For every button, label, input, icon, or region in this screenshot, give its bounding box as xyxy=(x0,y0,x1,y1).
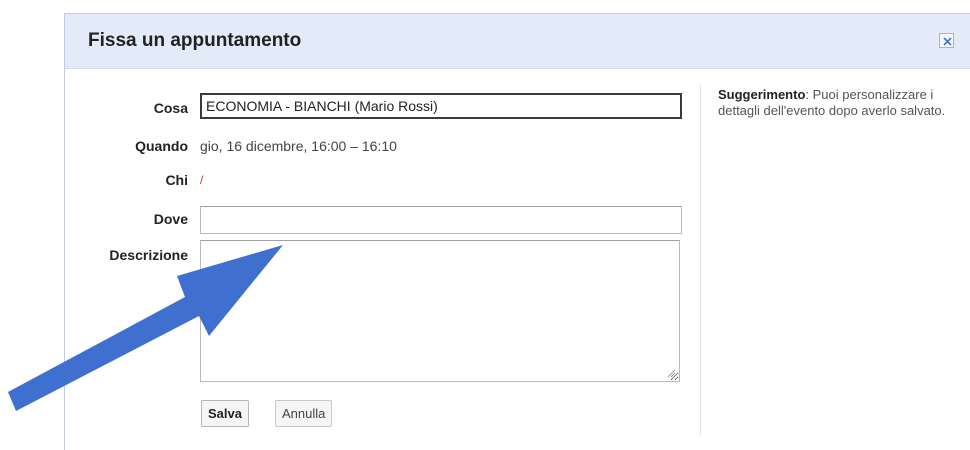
resize-grip-icon[interactable] xyxy=(666,368,676,378)
what-label: Cosa xyxy=(153,100,188,116)
save-button[interactable]: Salva xyxy=(201,400,249,427)
when-label: Quando xyxy=(135,138,188,154)
hint-panel: Suggerimento: Puoi personalizzare i dett… xyxy=(718,87,968,119)
what-input[interactable] xyxy=(200,93,682,119)
who-label: Chi xyxy=(165,172,188,188)
where-label: Dove xyxy=(153,211,188,227)
description-label: Descrizione xyxy=(109,247,188,263)
where-input[interactable] xyxy=(200,206,682,234)
column-divider xyxy=(700,85,701,435)
dialog-header: Fissa un appuntamento xyxy=(65,14,970,69)
who-value: / xyxy=(200,173,204,187)
close-button[interactable] xyxy=(939,33,954,48)
when-value: gio, 16 dicembre, 16:00 – 16:10 xyxy=(200,138,397,154)
cancel-button[interactable]: Annulla xyxy=(275,400,333,427)
close-icon xyxy=(943,37,952,46)
hint-title: Suggerimento xyxy=(718,87,806,102)
description-textarea[interactable] xyxy=(200,240,680,382)
dialog-title: Fissa un appuntamento xyxy=(88,30,302,51)
